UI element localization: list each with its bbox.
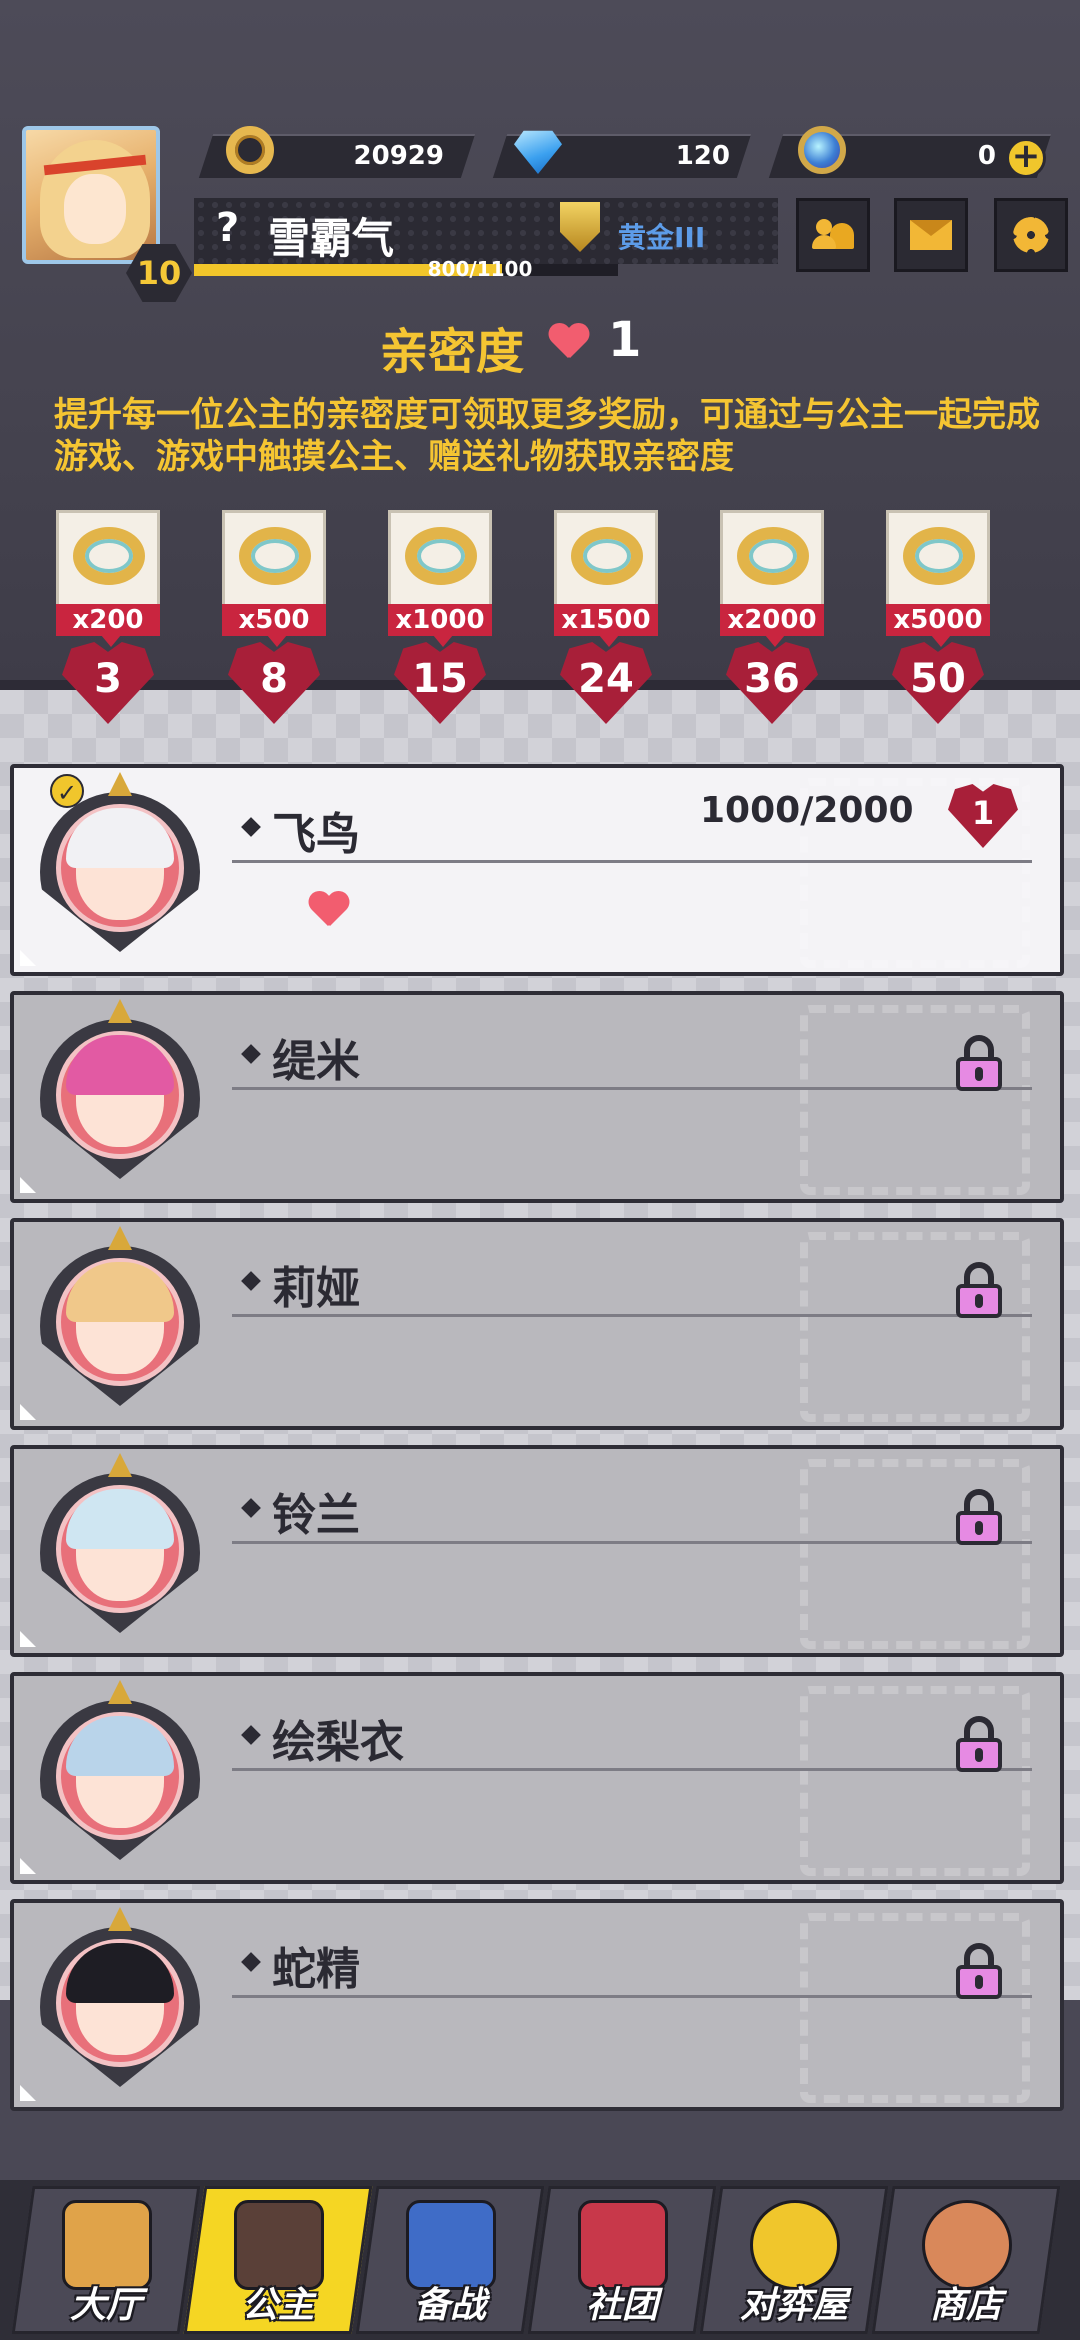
card-watermark — [800, 1232, 1030, 1422]
crown-icon — [108, 1226, 132, 1250]
princess-portrait — [30, 1680, 210, 1870]
crown-icon — [108, 772, 132, 796]
ring-icon — [405, 527, 477, 585]
mail-icon — [910, 220, 952, 250]
ring-icon — [239, 527, 311, 585]
ticket-amount: 0 — [977, 141, 996, 171]
princess-name: 飞鸟 — [272, 809, 360, 860]
princess-name: 莉娅 — [272, 1263, 360, 1314]
add-currency-button[interactable]: + — [1006, 138, 1046, 178]
mail-button[interactable] — [894, 198, 968, 272]
reward-item[interactable]: x200 — [56, 510, 160, 647]
lock-icon — [956, 1716, 1002, 1772]
reward-quantity: x1500 — [554, 604, 658, 636]
intimacy-count: 1 — [608, 312, 642, 368]
reward-item[interactable]: x1000 — [388, 510, 492, 647]
card-divider — [232, 1995, 1032, 1998]
intimacy-progress: 1000/2000 — [700, 790, 914, 831]
player-avatar[interactable] — [22, 126, 160, 264]
reward-item[interactable]: x500 — [222, 510, 326, 647]
lock-icon — [956, 1035, 1002, 1091]
crown-icon — [108, 1907, 132, 1931]
heart-icon — [308, 892, 348, 928]
card-watermark — [800, 1005, 1030, 1195]
reward-item[interactable]: x1500 — [554, 510, 658, 647]
reward-item[interactable]: x5000 — [886, 510, 990, 647]
card-divider — [232, 1087, 1032, 1090]
nav-tab-label: 备战 — [413, 2285, 486, 2326]
reward-quantity: x200 — [56, 604, 160, 636]
ring-icon — [737, 527, 809, 585]
princess-name: 铃兰 — [272, 1490, 360, 1541]
gear-icon — [1013, 217, 1049, 253]
card-divider — [232, 1314, 1032, 1317]
heart-icon — [548, 324, 588, 360]
ticket-orb-icon — [798, 126, 846, 174]
card-watermark — [800, 1459, 1030, 1649]
crown-icon — [108, 999, 132, 1023]
card-watermark — [800, 1686, 1030, 1876]
avatar-face — [64, 174, 126, 244]
friends-icon — [812, 219, 854, 251]
card-divider — [232, 1541, 1032, 1544]
ring-icon — [903, 527, 975, 585]
nav-tab-label: 商店 — [929, 2285, 1002, 2326]
card-divider — [232, 860, 1032, 863]
nav-tab-label: 大厅 — [69, 2285, 142, 2326]
reward-quantity: x2000 — [720, 604, 824, 636]
lock-icon — [956, 1943, 1002, 1999]
nav-tab-label: 公主 — [241, 2285, 314, 2326]
nav-tab-label: 社团 — [585, 2285, 658, 2326]
reward-quantity: x5000 — [886, 604, 990, 636]
princess-name: 缇米 — [272, 1036, 360, 1087]
xp-text: 800/1100 — [427, 257, 533, 281]
ring-icon — [73, 527, 145, 585]
intimacy-title: 亲密度 — [380, 324, 525, 380]
reward-item[interactable]: x2000 — [720, 510, 824, 647]
reward-quantity: x1000 — [388, 604, 492, 636]
friends-button[interactable] — [796, 198, 870, 272]
card-divider — [232, 1768, 1032, 1771]
princess-portrait — [30, 1226, 210, 1416]
crown-icon — [108, 1680, 132, 1704]
crown-icon — [108, 1453, 132, 1477]
help-icon[interactable]: ? — [216, 205, 239, 251]
intimacy-description: 提升每一位公主的亲密度可领取更多奖励，可通过与公主一起完成游戏、游戏中触摸公主、… — [54, 395, 1040, 477]
coin-amount: 20929 — [353, 141, 444, 171]
diamond-amount: 120 — [675, 141, 730, 171]
lock-icon — [956, 1262, 1002, 1318]
nav-tab-label: 对弈屋 — [739, 2285, 848, 2326]
princess-name: 蛇精 — [272, 1944, 360, 1995]
settings-button[interactable] — [994, 198, 1068, 272]
lock-icon — [956, 1489, 1002, 1545]
reward-quantity: x500 — [222, 604, 326, 636]
princess-portrait — [30, 1453, 210, 1643]
princess-name: 绘梨衣 — [272, 1717, 404, 1768]
coin-ring-icon — [226, 126, 274, 174]
card-watermark — [800, 1913, 1030, 2103]
player-name: 雪霸气 — [268, 214, 395, 263]
rank-label: 黄金III — [618, 221, 706, 254]
princess-portrait — [30, 1907, 210, 2097]
selected-check-icon: ✓ — [50, 774, 84, 808]
princess-portrait — [30, 999, 210, 1189]
ring-icon — [571, 527, 643, 585]
